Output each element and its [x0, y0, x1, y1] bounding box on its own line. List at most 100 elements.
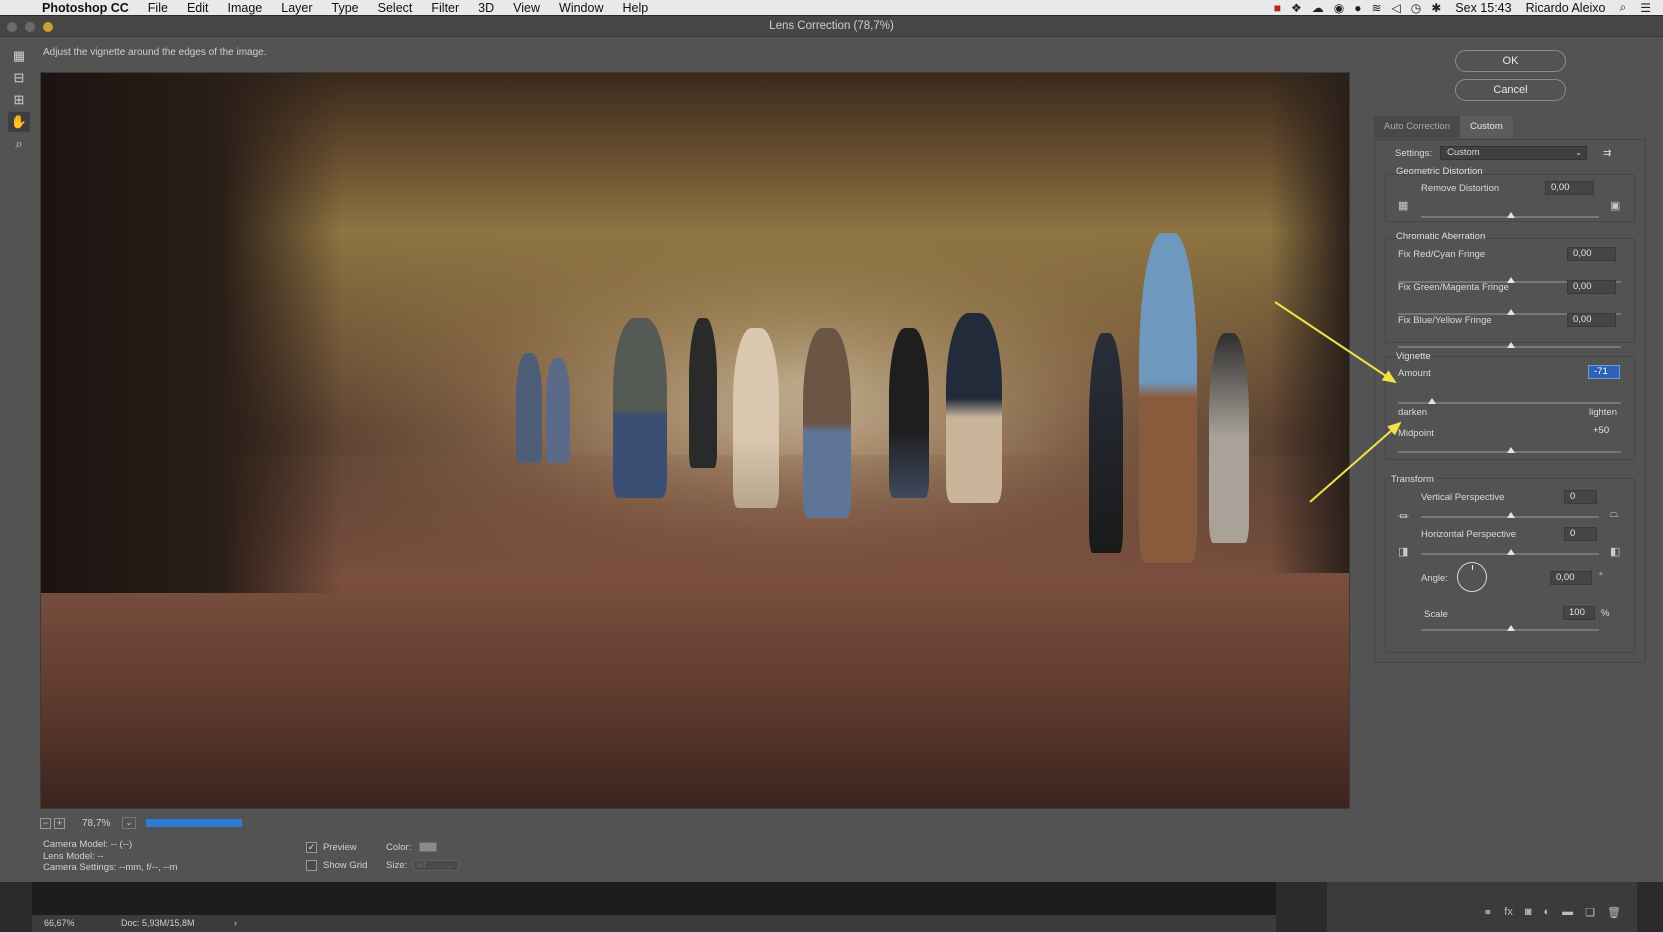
menu-window[interactable]: Window — [559, 1, 603, 15]
zoom-tool-icon[interactable]: ⌕ — [8, 134, 30, 154]
tool-column: ▦ ⊟ ⊞ ✋ ⌕ — [8, 46, 30, 156]
document-size: Doc: 5,93M/15,8M — [121, 918, 195, 928]
volume-icon[interactable]: ◁ — [1392, 1, 1401, 15]
vignette-amount-knob[interactable] — [1428, 398, 1436, 404]
preview-person — [516, 353, 542, 463]
image-preview[interactable] — [40, 72, 1350, 809]
user-name[interactable]: Ricardo Aleixo — [1526, 1, 1606, 15]
size-dropdown-chevron-icon[interactable]: ⌄ — [447, 861, 454, 870]
hand-tool-icon[interactable]: ✋ — [8, 112, 30, 132]
chevron-down-icon: ⌄ — [1575, 148, 1582, 157]
blue-yellow-input[interactable]: 0,00 — [1567, 313, 1616, 327]
link-layers-icon[interactable]: ⚭ — [1483, 906, 1492, 919]
bluetooth-icon[interactable]: ✱ — [1431, 1, 1441, 15]
time-machine-icon[interactable]: ◷ — [1411, 1, 1421, 15]
grid-color-swatch[interactable] — [419, 842, 438, 852]
camera-settings: Camera Settings: --mm, f/--, --m — [43, 862, 178, 873]
layer-mask-icon[interactable]: ◙ — [1525, 906, 1532, 919]
new-layer-icon[interactable]: ❏ — [1585, 906, 1595, 919]
angle-dial[interactable] — [1457, 562, 1487, 592]
settings-menu-icon[interactable]: ⇉ — [1603, 148, 1611, 159]
blue-yellow-knob[interactable] — [1507, 342, 1515, 348]
menu-select[interactable]: Select — [378, 1, 413, 15]
progress-bar — [146, 819, 242, 827]
pincushion-icon: ▦ — [1398, 200, 1409, 212]
preview-trees-right — [1269, 73, 1349, 573]
menu-type[interactable]: Type — [332, 1, 359, 15]
menu-layer[interactable]: Layer — [281, 1, 312, 15]
lens-correction-dialog: Lens Correction (78,7%) Adjust the vigne… — [0, 16, 1663, 882]
vignette-midpoint-knob[interactable] — [1507, 447, 1515, 453]
adjustment-layer-icon[interactable]: ◐ — [1544, 906, 1551, 919]
vertical-perspective-right-icon: ⏢ — [1610, 508, 1619, 520]
darken-label: darken — [1398, 407, 1428, 418]
settings-dropdown[interactable]: Custom ⌄ — [1439, 146, 1587, 160]
menu-edit[interactable]: Edit — [187, 1, 209, 15]
settings-value: Custom — [1446, 147, 1480, 158]
show-grid-checkbox[interactable] — [306, 859, 317, 871]
green-magenta-knob[interactable] — [1507, 309, 1515, 315]
straighten-tool-icon[interactable]: ⊟ — [8, 68, 30, 88]
creative-cloud-icon[interactable]: ◉ — [1334, 1, 1344, 15]
horizontal-perspective-knob[interactable] — [1507, 549, 1515, 555]
horizontal-perspective-left-icon: ◨ — [1398, 546, 1409, 558]
green-magenta-input[interactable]: 0,00 — [1567, 280, 1616, 294]
spotlight-search-icon[interactable]: ⌕ — [1620, 0, 1627, 15]
vignette-midpoint-label: Midpoint — [1398, 428, 1434, 439]
ok-button[interactable]: OK — [1455, 50, 1566, 72]
menu-app[interactable]: Photoshop CC — [42, 1, 129, 15]
document-zoom[interactable]: 66,67% — [44, 918, 75, 928]
document-canvas-strip — [32, 882, 1276, 915]
barrel-icon: ▣ — [1610, 200, 1621, 212]
vignette-title: Vignette — [1396, 351, 1431, 362]
vertical-perspective-input[interactable]: 0 — [1564, 490, 1597, 504]
tool-hint: Adjust the vignette around the edges of … — [43, 47, 267, 58]
settings-label: Settings: — [1395, 147, 1432, 159]
tab-auto-correction[interactable]: Auto Correction — [1374, 116, 1461, 138]
angle-dial-tick — [1472, 565, 1473, 570]
cloud-icon[interactable]: ☁ — [1312, 1, 1324, 15]
scale-unit: % — [1601, 608, 1610, 619]
clock[interactable]: Sex 15:43 — [1455, 1, 1511, 15]
red-cyan-input[interactable]: 0,00 — [1567, 247, 1616, 261]
menu-help[interactable]: Help — [623, 1, 649, 15]
zoom-in-button[interactable]: + — [54, 817, 65, 829]
angle-unit: ° — [1599, 571, 1603, 582]
wifi-icon[interactable]: ≋ — [1371, 1, 1381, 15]
menubar-status-area: ■ ❖ ☁ ◉ ● ≋ ◁ ◷ ✱ Sex 15:43 Ricardo Alei… — [1264, 0, 1663, 15]
vertical-perspective-knob[interactable] — [1507, 512, 1515, 518]
new-group-icon[interactable]: ▬ — [1562, 906, 1573, 919]
app-status-icon[interactable]: ■ — [1274, 1, 1281, 15]
vignette-amount-input[interactable]: -71 — [1588, 365, 1620, 379]
menu-file[interactable]: File — [148, 1, 168, 15]
menu-image[interactable]: Image — [228, 1, 263, 15]
delete-layer-icon[interactable]: 🗑 — [1607, 906, 1621, 919]
layer-style-icon[interactable]: fx — [1504, 906, 1513, 919]
correction-tabs: Auto Correction Custom — [1374, 116, 1513, 138]
move-grid-tool-icon[interactable]: ⊞ — [8, 90, 30, 110]
remove-distortion-input[interactable]: 0,00 — [1545, 181, 1594, 195]
horizontal-perspective-input[interactable]: 0 — [1564, 527, 1597, 541]
vignette-midpoint-value[interactable]: +50 — [1588, 425, 1620, 439]
zoom-level[interactable]: 78,7% — [82, 818, 122, 829]
remove-distortion-tool-icon[interactable]: ▦ — [8, 46, 30, 66]
horizontal-perspective-label: Horizontal Perspective — [1421, 529, 1517, 540]
notification-center-icon[interactable]: ☰ — [1640, 1, 1651, 15]
zoom-dropdown-chevron-icon[interactable]: ⌄ — [122, 817, 136, 829]
menu-filter[interactable]: Filter — [431, 1, 459, 15]
zoom-out-button[interactable]: − — [40, 817, 51, 829]
scale-knob[interactable] — [1507, 625, 1515, 631]
camera-info: Camera Model: -- (--) Lens Model: -- Cam… — [43, 839, 178, 874]
tab-custom[interactable]: Custom — [1460, 116, 1513, 138]
preview-checkbox[interactable]: ✓ — [306, 841, 317, 853]
menu-view[interactable]: View — [513, 1, 540, 15]
red-cyan-label: Fix Red/Cyan Fringe — [1398, 249, 1486, 260]
dropbox-icon[interactable]: ❖ — [1291, 1, 1302, 15]
status-chevron-right-icon[interactable]: › — [234, 918, 237, 928]
menu-3d[interactable]: 3D — [478, 1, 494, 15]
remove-distortion-knob[interactable] — [1507, 212, 1515, 218]
user-icon[interactable]: ● — [1354, 1, 1361, 15]
cancel-button[interactable]: Cancel — [1455, 79, 1566, 101]
scale-input[interactable]: 100 — [1563, 606, 1595, 620]
angle-input[interactable]: 0,00 — [1550, 571, 1592, 585]
